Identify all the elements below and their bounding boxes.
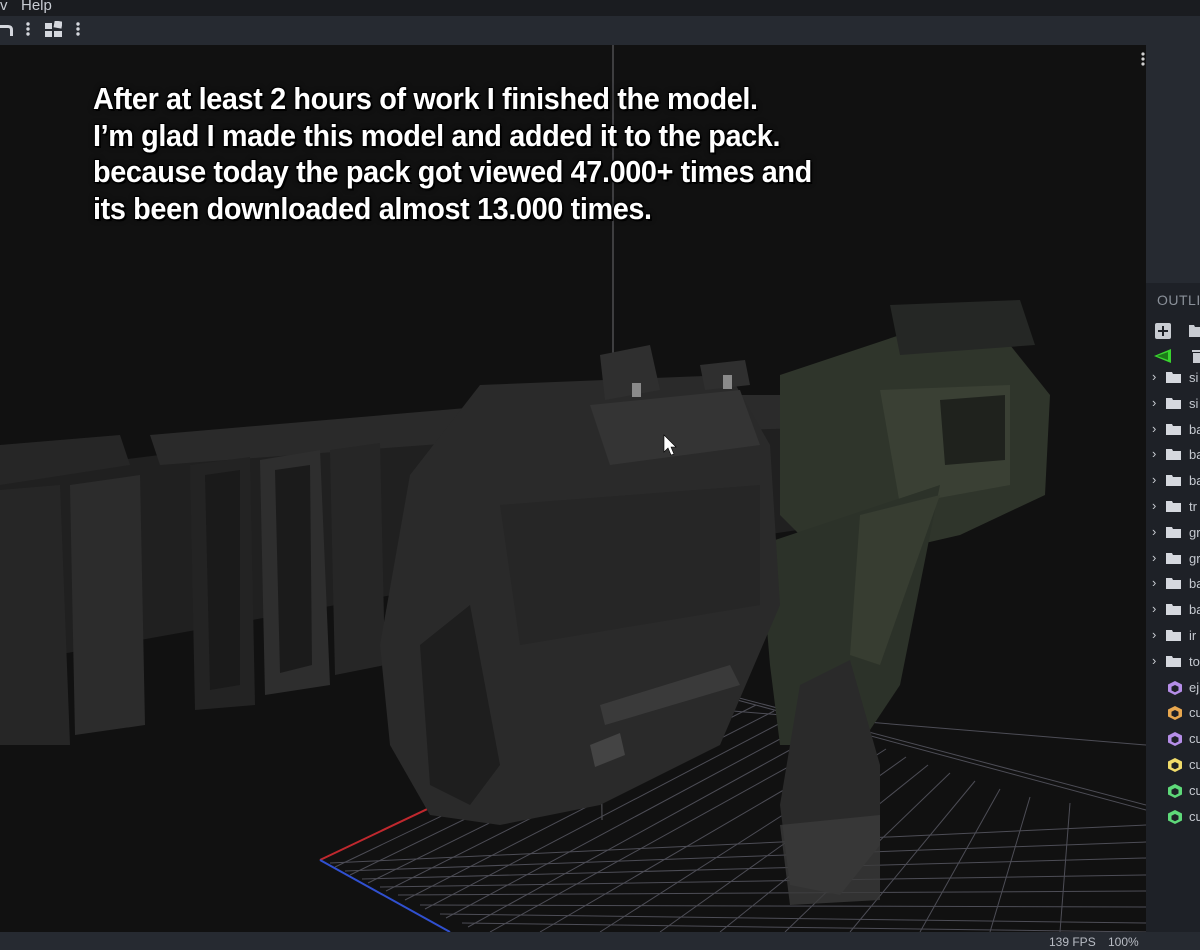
menu-help[interactable]: Help bbox=[21, 0, 52, 13]
outliner-group-row[interactable]: › ir bbox=[1146, 624, 1200, 649]
outliner-cube-row[interactable]: cu bbox=[1146, 727, 1200, 752]
toolbar-more-icon-2[interactable] bbox=[74, 21, 82, 42]
chevron-right-icon[interactable]: › bbox=[1152, 627, 1156, 642]
chevron-right-icon[interactable]: › bbox=[1152, 472, 1156, 487]
outliner-group-row[interactable]: › gr bbox=[1146, 521, 1200, 546]
outliner-item-label: ba bbox=[1189, 421, 1200, 437]
outliner-group-row[interactable]: › ba bbox=[1146, 598, 1200, 623]
outliner-item-label: cu bbox=[1189, 705, 1200, 721]
cube-icon bbox=[1168, 758, 1182, 775]
cube-icon bbox=[1168, 783, 1182, 801]
outliner-item-label: to bbox=[1189, 653, 1200, 669]
outliner-item-label: si bbox=[1189, 395, 1199, 411]
z-axis-line bbox=[319, 859, 451, 932]
viewport-3d[interactable]: After at least 2 hours of work I finishe… bbox=[0, 45, 1146, 932]
outliner-item-label: cu bbox=[1189, 808, 1200, 824]
caption-line-1: After at least 2 hours of work I finishe… bbox=[93, 81, 758, 116]
layout-icon[interactable] bbox=[45, 20, 63, 42]
outliner-group-row[interactable]: › to bbox=[1146, 650, 1200, 675]
chevron-right-icon[interactable]: › bbox=[1152, 653, 1156, 668]
folder-icon bbox=[1166, 552, 1181, 567]
folder-icon bbox=[1166, 448, 1181, 463]
cube-icon bbox=[1168, 680, 1182, 698]
toolbar-more-icon[interactable] bbox=[24, 21, 32, 42]
cube-icon bbox=[1168, 809, 1182, 827]
chevron-right-icon[interactable]: › bbox=[1152, 369, 1156, 384]
folder-icon bbox=[1166, 500, 1181, 515]
outliner-item-label: cu bbox=[1189, 782, 1200, 798]
chevron-right-icon[interactable]: › bbox=[1152, 550, 1156, 565]
outliner-group-row[interactable]: › ba bbox=[1146, 572, 1200, 597]
cube-icon bbox=[1168, 732, 1182, 749]
outliner-item-label: ej bbox=[1189, 679, 1200, 695]
outliner-item-label: si bbox=[1189, 370, 1199, 385]
outliner-item-label: ba bbox=[1189, 576, 1200, 592]
outliner-group-row[interactable]: › ba bbox=[1146, 418, 1200, 443]
outliner-group-row[interactable]: › gr bbox=[1146, 547, 1200, 572]
outliner-item-label: cu bbox=[1189, 757, 1200, 772]
outliner-cube-row[interactable]: cu bbox=[1146, 753, 1200, 778]
folder-icon bbox=[1166, 423, 1181, 438]
folder-icon bbox=[1166, 577, 1181, 592]
outliner-item-label: ir bbox=[1189, 628, 1197, 643]
outliner-title: OUTLI bbox=[1157, 292, 1200, 308]
undo-icon[interactable] bbox=[0, 21, 14, 42]
caption-line-2: I’m glad I made this model and added it … bbox=[93, 117, 781, 153]
add-group-icon[interactable] bbox=[1189, 323, 1200, 342]
outliner-item-label: gr bbox=[1189, 524, 1200, 540]
add-cube-icon[interactable] bbox=[1155, 323, 1171, 344]
caption-line-4: its been downloaded almost 13.000 times. bbox=[93, 190, 652, 226]
folder-icon bbox=[1166, 629, 1181, 644]
upper-panel bbox=[1146, 45, 1200, 283]
menu-bar: v Help bbox=[0, 0, 1200, 16]
outliner-cube-row[interactable]: ej bbox=[1146, 676, 1200, 701]
outliner-item-label: ba bbox=[1189, 473, 1200, 489]
outliner-item-label: gr bbox=[1189, 550, 1200, 566]
outliner-item-label: ba bbox=[1189, 602, 1200, 618]
chevron-right-icon[interactable]: › bbox=[1152, 421, 1156, 436]
caption-line-3: because today the pack got viewed 47.000… bbox=[93, 154, 812, 189]
folder-icon bbox=[1166, 474, 1181, 489]
chevron-right-icon[interactable]: › bbox=[1152, 575, 1156, 590]
folder-icon bbox=[1166, 397, 1181, 412]
toolbar bbox=[0, 16, 1200, 45]
outliner-toolbar bbox=[1146, 317, 1200, 367]
outliner-cube-row[interactable]: cu bbox=[1146, 701, 1200, 726]
outliner-panel: OUTLI › si › si › ba › ba › ba › tr › gr › gr › ba › ba › ir ›… bbox=[1146, 45, 1200, 932]
chevron-right-icon[interactable]: › bbox=[1152, 446, 1156, 461]
outliner-group-row[interactable]: › tr bbox=[1146, 495, 1200, 520]
outliner-item-label: tr bbox=[1189, 499, 1197, 514]
outliner-item-label: ba bbox=[1189, 447, 1200, 463]
folder-icon bbox=[1166, 371, 1181, 386]
outliner-cube-row[interactable]: cu bbox=[1146, 805, 1200, 830]
zoom-level: 100% bbox=[1108, 935, 1139, 949]
outliner-group-row[interactable]: › ba bbox=[1146, 469, 1200, 494]
chevron-right-icon[interactable]: › bbox=[1152, 395, 1156, 410]
chevron-right-icon[interactable]: › bbox=[1152, 498, 1156, 513]
caption-overlay: After at least 2 hours of work I finishe… bbox=[93, 81, 1023, 227]
folder-icon bbox=[1166, 655, 1181, 670]
chevron-right-icon[interactable]: › bbox=[1152, 524, 1156, 539]
folder-icon bbox=[1166, 526, 1181, 541]
launcher-model bbox=[0, 300, 1050, 905]
chevron-right-icon[interactable]: › bbox=[1152, 601, 1156, 616]
outliner-group-row[interactable]: › si bbox=[1146, 366, 1200, 391]
status-bar: 139 FPS 100% bbox=[0, 932, 1200, 950]
outliner-group-row[interactable]: › ba bbox=[1146, 443, 1200, 468]
outliner-group-row[interactable]: › si bbox=[1146, 392, 1200, 417]
folder-icon bbox=[1166, 603, 1181, 618]
fps-counter: 139 FPS bbox=[1049, 935, 1096, 949]
cube-icon bbox=[1168, 706, 1182, 723]
outliner-cube-row[interactable]: cu bbox=[1146, 779, 1200, 804]
menu-view[interactable]: v bbox=[0, 0, 8, 13]
outliner-item-label: cu bbox=[1189, 731, 1200, 747]
